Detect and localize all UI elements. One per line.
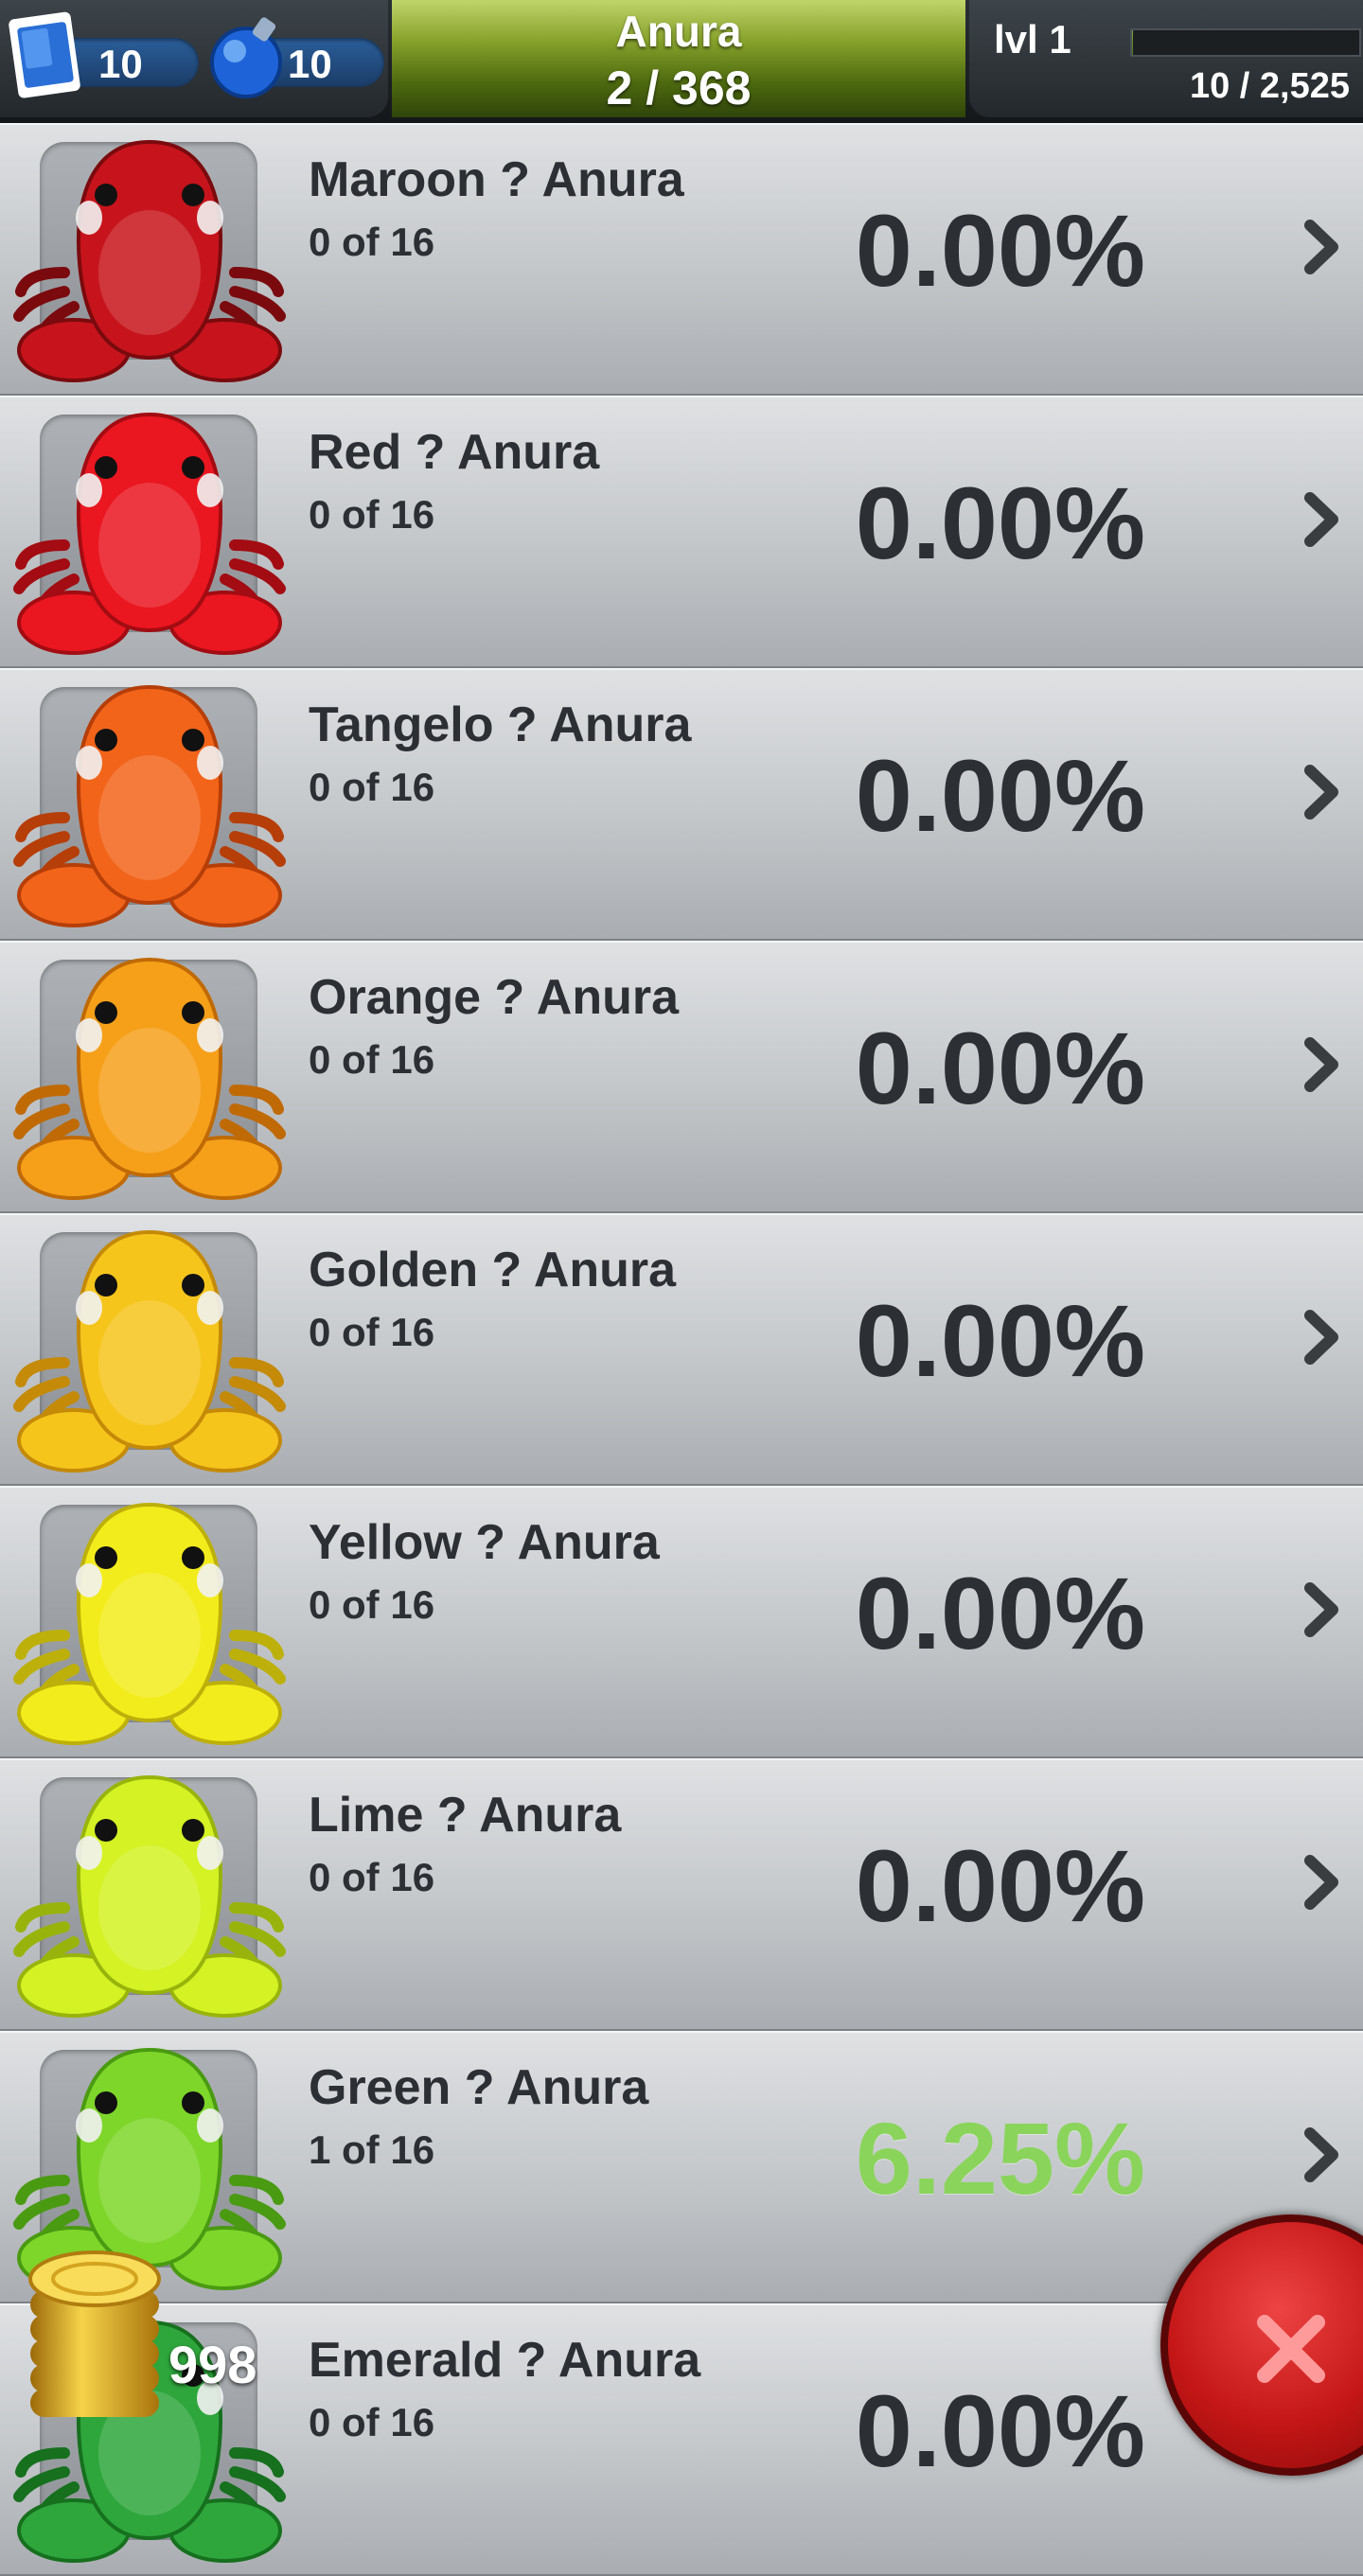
species-row[interactable]: Golden ? Anura 0 of 16 0.00% xyxy=(0,1213,1363,1486)
species-name: Emerald ? Anura xyxy=(309,2333,701,2388)
species-count: 0 of 16 xyxy=(309,1310,435,1354)
chevron-right-icon[interactable] xyxy=(1301,1310,1342,1365)
species-count: 1 of 16 xyxy=(309,2127,435,2172)
potion-icon xyxy=(210,17,282,98)
species-name: Maroon ? Anura xyxy=(309,152,684,207)
stamp-icon xyxy=(9,11,80,98)
species-percent: 0.00% xyxy=(855,193,1145,308)
collection-count: 2 / 368 xyxy=(606,62,752,115)
species-percent: 0.00% xyxy=(855,1011,1145,1125)
stamps-count: 10 xyxy=(98,42,143,86)
species-count: 0 of 16 xyxy=(309,1037,435,1082)
potions-count: 10 xyxy=(288,42,332,86)
collection-header: Anura 2 / 368 xyxy=(392,0,965,117)
species-percent: 6.25% xyxy=(855,2101,1145,2215)
species-percent: 0.00% xyxy=(855,1828,1145,1943)
species-percent: 0.00% xyxy=(855,738,1145,853)
species-list: Maroon ? Anura 0 of 16 0.00% Red ? Anura… xyxy=(0,123,1363,2576)
top-hud: 10 10 Anura 2 / 368 lvl 1 10 / 2,525 xyxy=(0,0,1363,123)
coin-count: 998 xyxy=(168,2335,257,2394)
frog-icon xyxy=(13,957,286,1200)
frog-icon xyxy=(13,1774,286,2018)
frog-icon xyxy=(13,412,286,655)
xp-bar xyxy=(1130,28,1361,57)
page-title: Anura xyxy=(615,7,742,56)
species-row[interactable]: Green ? Anura 1 of 16 6.25% xyxy=(0,2031,1363,2303)
species-percent: 0.00% xyxy=(855,1283,1145,1398)
species-row[interactable]: Orange ? Anura 0 of 16 0.00% xyxy=(0,941,1363,1213)
species-name: Tangelo ? Anura xyxy=(309,697,692,752)
frog-icon xyxy=(13,1502,286,1745)
species-name: Lime ? Anura xyxy=(309,1788,622,1843)
level-panel: lvl 1 10 / 2,525 xyxy=(969,0,1363,117)
chevron-right-icon[interactable] xyxy=(1301,765,1342,820)
species-percent: 0.00% xyxy=(855,2373,1145,2488)
currency-panel: 10 10 xyxy=(0,0,388,117)
species-count: 0 of 16 xyxy=(309,2400,435,2444)
coin-stack-icon xyxy=(28,2250,161,2417)
frog-icon xyxy=(13,1229,286,1473)
species-count: 0 of 16 xyxy=(309,220,435,264)
species-percent: 0.00% xyxy=(855,466,1145,580)
species-row[interactable]: Red ? Anura 0 of 16 0.00% xyxy=(0,396,1363,668)
species-count: 0 of 16 xyxy=(309,492,435,537)
species-name: Yellow ? Anura xyxy=(309,1515,660,1570)
frog-icon xyxy=(13,139,286,382)
close-icon xyxy=(1257,2315,1325,2383)
chevron-right-icon[interactable] xyxy=(1301,2127,1342,2182)
species-name: Red ? Anura xyxy=(309,425,600,480)
species-count: 0 of 16 xyxy=(309,1855,435,1899)
species-row[interactable]: Tangelo ? Anura 0 of 16 0.00% xyxy=(0,668,1363,941)
frog-icon xyxy=(13,684,286,927)
chevron-right-icon[interactable] xyxy=(1301,1037,1342,1092)
species-row[interactable]: Lime ? Anura 0 of 16 0.00% xyxy=(0,1758,1363,2031)
species-percent: 0.00% xyxy=(855,1556,1145,1670)
chevron-right-icon[interactable] xyxy=(1301,1582,1342,1637)
species-name: Green ? Anura xyxy=(309,2060,649,2115)
species-count: 0 of 16 xyxy=(309,1582,435,1627)
xp-text: 10 / 2,525 xyxy=(1189,66,1350,106)
species-row[interactable]: Maroon ? Anura 0 of 16 0.00% xyxy=(0,123,1363,396)
xp-bar-fill xyxy=(1132,30,1133,55)
species-name: Orange ? Anura xyxy=(309,970,680,1025)
chevron-right-icon[interactable] xyxy=(1301,1855,1342,1910)
level-label: lvl 1 xyxy=(994,17,1071,62)
chevron-right-icon[interactable] xyxy=(1301,220,1342,274)
chevron-right-icon[interactable] xyxy=(1301,492,1342,547)
species-count: 0 of 16 xyxy=(309,765,435,809)
species-name: Golden ? Anura xyxy=(309,1243,677,1297)
species-row[interactable]: Yellow ? Anura 0 of 16 0.00% xyxy=(0,1486,1363,1758)
